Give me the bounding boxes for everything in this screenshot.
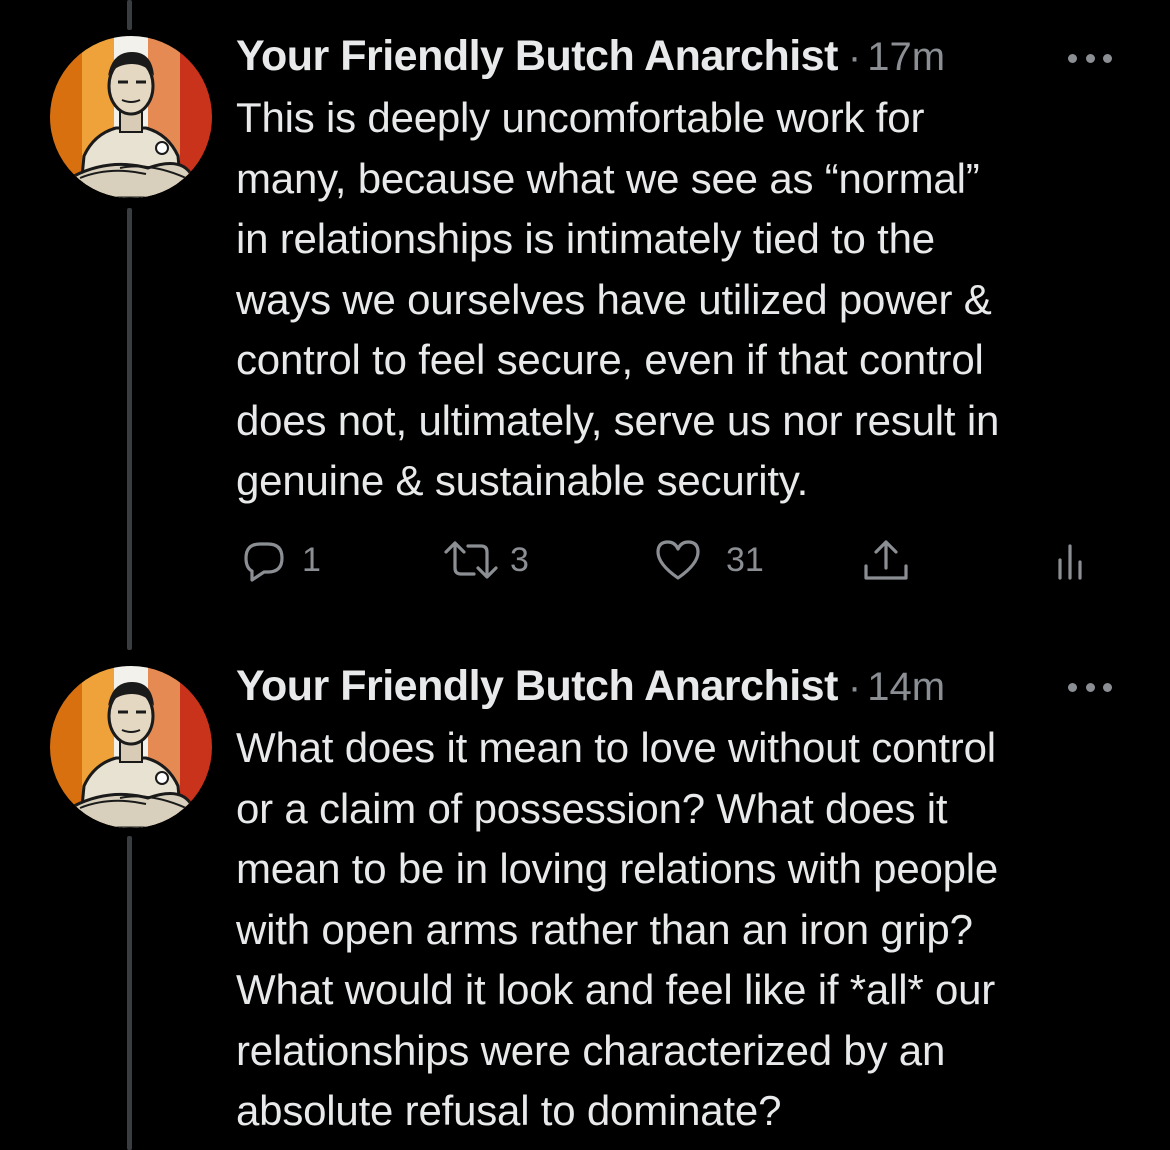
tweet[interactable]: Your Friendly Butch Anarchist · 17m This… xyxy=(0,0,1170,650)
avatar[interactable] xyxy=(50,666,212,828)
tweet-text: What does it mean to love without contro… xyxy=(236,724,999,1134)
tweet-actions: 1 3 31 xyxy=(236,530,1106,590)
retweet-icon xyxy=(444,541,498,579)
analytics-icon xyxy=(1058,544,1082,580)
analytics-button[interactable] xyxy=(1054,530,1090,590)
avatar-image xyxy=(50,36,212,198)
timestamp[interactable]: 17m xyxy=(867,35,945,80)
tweet-text: This is deeply uncomfortable work for ma… xyxy=(236,94,1000,504)
reply-button[interactable]: 1 xyxy=(242,530,321,590)
share-icon xyxy=(864,540,908,580)
tweet-header: Your Friendly Butch Anarchist · 14m xyxy=(236,662,1110,712)
more-options-icon[interactable] xyxy=(1068,680,1112,694)
retweet-button[interactable]: 3 xyxy=(442,530,529,590)
like-button[interactable]: 31 xyxy=(654,530,764,590)
tweet-header: Your Friendly Butch Anarchist · 17m xyxy=(236,32,1110,82)
header-separator: · xyxy=(847,35,862,79)
share-button[interactable] xyxy=(862,530,910,590)
more-options-icon[interactable] xyxy=(1068,51,1112,65)
timestamp[interactable]: 14m xyxy=(867,665,945,710)
avatar[interactable] xyxy=(50,36,212,198)
author-name[interactable]: Your Friendly Butch Anarchist xyxy=(236,662,838,711)
tweet[interactable]: Your Friendly Butch Anarchist · 14m What… xyxy=(0,650,1170,1150)
avatar-image xyxy=(50,666,212,828)
author-name[interactable]: Your Friendly Butch Anarchist xyxy=(236,32,838,81)
heart-icon xyxy=(656,540,700,580)
retweet-count: 3 xyxy=(510,540,529,579)
like-count: 31 xyxy=(726,540,764,579)
reply-icon xyxy=(244,542,284,582)
header-separator: · xyxy=(847,665,862,709)
reply-count: 1 xyxy=(302,540,321,579)
